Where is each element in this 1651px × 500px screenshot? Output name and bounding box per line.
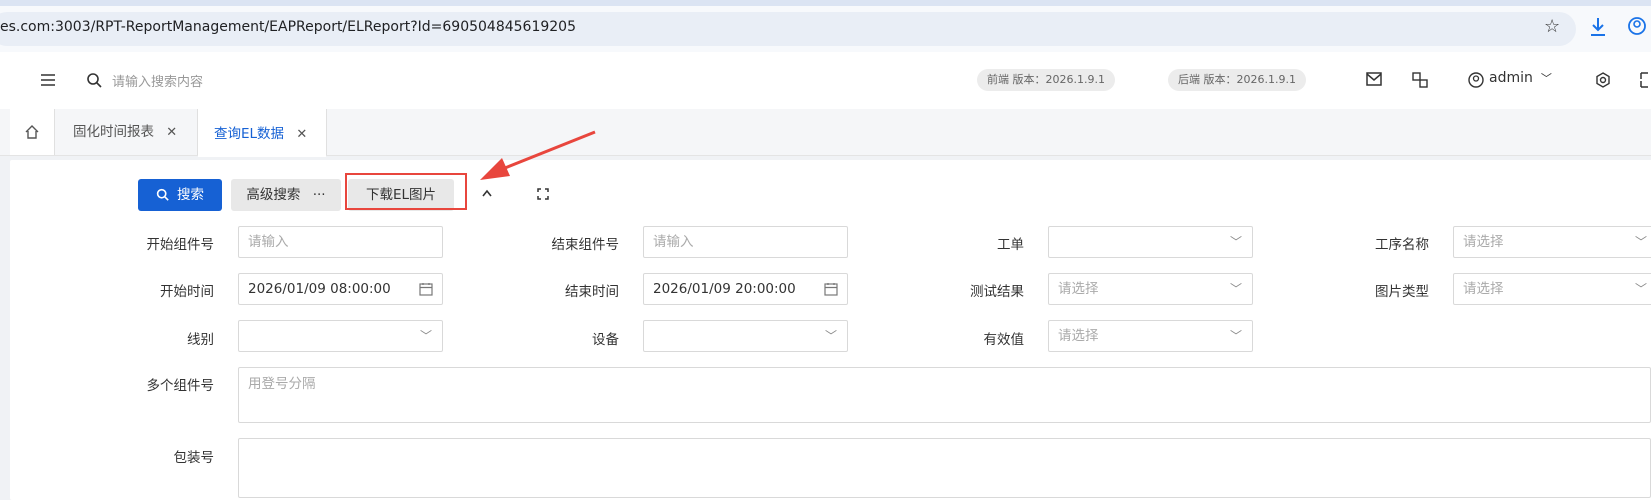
left-strip [0,160,10,500]
chevron-down-icon: ﹀ [1634,235,1647,249]
placeholder: 请输入 [653,234,694,250]
end-component-input[interactable]: 请输入 [643,226,848,258]
calendar-icon [824,283,838,296]
chevron-down-icon: ﹀ [419,329,432,343]
end-time-label: 结束时间 [565,284,619,300]
chevron-down-icon: ﹀ [1229,282,1242,296]
placeholder: 用登号分隔 [248,376,316,392]
user-menu[interactable]: admin ﹀ [1489,70,1552,86]
test-result-label: 测试结果 [970,284,1024,300]
calendar-icon [419,283,433,296]
multi-component-label: 多个组件号 [146,378,215,394]
advanced-search-label: 高级搜索 [246,187,301,203]
settings-icon[interactable] [1595,72,1611,88]
package-label: 包装号 [173,450,215,466]
username: admin [1489,70,1533,86]
tab-curing-time-report[interactable]: 固化时间报表 ✕ [55,109,197,155]
image-type-select[interactable]: 请选择 ﹀ [1453,273,1651,305]
work-order-select[interactable]: ﹀ [1048,226,1253,258]
highlight-box [345,173,467,210]
line-select[interactable]: ﹀ [238,320,443,352]
translate-icon[interactable] [1412,72,1428,88]
home-icon [25,125,39,139]
multi-component-textarea[interactable]: 用登号分隔 [238,367,1651,423]
tab-label: 固化时间报表 [73,124,154,140]
app-header [0,52,1651,110]
placeholder: 请选择 [1058,328,1099,344]
placeholder: 请选择 [1463,234,1504,250]
close-icon[interactable]: ✕ [296,127,307,142]
more-icon: ··· [312,187,326,203]
start-component-input[interactable]: 请输入 [238,226,443,258]
process-name-select[interactable]: 请选择 ﹀ [1453,226,1651,258]
frontend-version-badge: 前端 版本：2026.1.9.1 [977,69,1115,91]
chevron-down-icon: ﹀ [1634,282,1647,296]
line-label: 线别 [187,332,214,348]
home-tab[interactable] [10,109,54,155]
global-search-input[interactable]: 请输入搜索内容 [112,71,203,90]
collapse-icon[interactable] [481,189,493,197]
chevron-down-icon: ﹀ [1229,235,1242,249]
valid-select[interactable]: 请选择 ﹀ [1048,320,1253,352]
close-icon[interactable]: ✕ [166,125,177,140]
device-select[interactable]: ﹀ [643,320,848,352]
start-component-label: 开始组件号 [146,237,215,253]
package-textarea[interactable] [238,438,1651,498]
chevron-down-icon: ﹀ [824,329,837,343]
start-time-label: 开始时间 [160,284,214,300]
expand-icon[interactable] [537,188,549,200]
placeholder: 请选择 [1463,281,1504,297]
url-text[interactable]: es.com:3003/RPT-ReportManagement/EAPRepo… [0,19,576,35]
search-icon [87,73,102,88]
end-component-label: 结束组件号 [551,237,620,253]
search-button-label: 搜索 [177,187,204,203]
menu-icon[interactable] [40,73,56,87]
search-button[interactable]: 搜索 [138,179,222,211]
search-icon [156,188,169,201]
placeholder: 请输入 [248,234,289,250]
mail-icon[interactable] [1366,72,1382,86]
star-icon[interactable]: ☆ [1544,16,1560,37]
tab-query-el-data[interactable]: 查询EL数据 ✕ [198,109,326,157]
chevron-down-icon: ﹀ [1229,329,1242,343]
user-icon[interactable] [1468,72,1484,88]
download-icon[interactable] [1588,16,1608,38]
chevron-down-icon: ﹀ [1540,72,1552,85]
image-type-label: 图片类型 [1375,284,1429,300]
start-time-picker[interactable]: 2026/01/09 08:00:00 [238,273,443,305]
account-icon[interactable] [1627,16,1647,36]
device-label: 设备 [592,332,619,348]
tab-label: 查询EL数据 [214,126,285,142]
arrow-annotation [480,130,596,180]
end-time-value: 2026/01/09 20:00:00 [653,281,796,297]
work-order-label: 工单 [997,237,1024,253]
fullscreen-icon[interactable] [1640,72,1651,88]
backend-version-badge: 后端 版本：2026.1.9.1 [1168,69,1306,91]
valid-label: 有效值 [983,332,1025,348]
tab-divider [326,109,327,155]
process-name-label: 工序名称 [1375,237,1429,253]
end-time-picker[interactable]: 2026/01/09 20:00:00 [643,273,848,305]
test-result-select[interactable]: 请选择 ﹀ [1048,273,1253,305]
start-time-value: 2026/01/09 08:00:00 [248,281,391,297]
placeholder: 请选择 [1058,281,1099,297]
advanced-search-button[interactable]: 高级搜索 ··· [231,179,341,211]
